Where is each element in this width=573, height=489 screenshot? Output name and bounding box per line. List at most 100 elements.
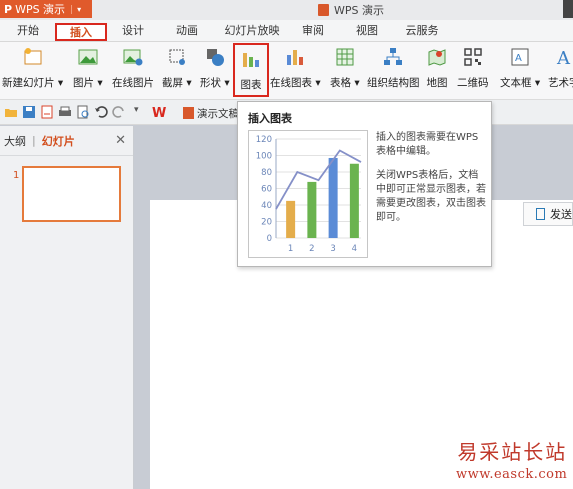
screenshot-icon bbox=[166, 46, 188, 68]
qr-code-button[interactable]: 二维码 bbox=[457, 46, 489, 90]
map-button[interactable]: 地图 bbox=[426, 46, 448, 90]
customize-toolbar-dropdown-icon[interactable]: ▾ bbox=[134, 105, 148, 119]
tab-slides[interactable]: 幻灯片 bbox=[42, 133, 75, 149]
tab-design[interactable]: 设计 bbox=[118, 23, 148, 41]
map-icon bbox=[426, 46, 448, 68]
picture-icon bbox=[77, 46, 99, 68]
presentation-file-icon bbox=[318, 4, 329, 16]
online-chart-button[interactable]: 在线图表 ▾ bbox=[270, 46, 321, 90]
print-preview-icon[interactable] bbox=[76, 105, 90, 119]
chart-y-tick-label: 0 bbox=[267, 234, 272, 244]
redo-icon[interactable] bbox=[112, 105, 126, 119]
online-chart-icon bbox=[284, 46, 306, 68]
table-icon bbox=[334, 46, 356, 68]
word-art-label: 艺术字 bbox=[548, 77, 573, 89]
map-label: 地图 bbox=[426, 77, 448, 89]
svg-text:A: A bbox=[515, 53, 522, 64]
textbox-label: 文本框 ▾ bbox=[500, 77, 541, 89]
chart-y-tick-label: 120 bbox=[256, 135, 272, 145]
chart-label: 图表 bbox=[240, 79, 262, 91]
tab-insert[interactable]: 插入 bbox=[55, 23, 107, 41]
chart-bar bbox=[349, 163, 359, 238]
org-chart-button[interactable]: 组织结构图 bbox=[367, 46, 420, 90]
send-label: 发送 bbox=[550, 208, 572, 221]
tooltip-text-1: 插入的图表需要在WPS表格中编辑。 bbox=[376, 132, 479, 157]
save-icon[interactable] bbox=[22, 105, 36, 119]
document-tab[interactable]: 演示文稿 bbox=[183, 104, 239, 122]
chart-y-tick-label: 80 bbox=[261, 168, 272, 178]
ribbon: 新建幻灯片 ▾ 图片 ▾ 在线图片 截屏 ▾ 形状 ▾ 图表 在线图表 ▾ 表格… bbox=[0, 42, 573, 100]
watermark-url: www.easck.com bbox=[456, 467, 568, 482]
shape-button[interactable]: 形状 ▾ bbox=[200, 46, 230, 90]
chart-x-tick-label: 4 bbox=[352, 244, 357, 254]
watermark: 易采站长站 www.easck.com bbox=[456, 436, 567, 482]
close-icon[interactable]: ✕ bbox=[115, 133, 126, 148]
wps-logo-icon: P bbox=[4, 2, 13, 16]
online-picture-icon bbox=[122, 46, 144, 68]
online-chart-label: 在线图表 ▾ bbox=[270, 77, 321, 89]
slide-thumbnail[interactable] bbox=[22, 166, 121, 222]
tab-outline[interactable]: 大纲 bbox=[4, 133, 26, 149]
tab-animation[interactable]: 动画 bbox=[172, 23, 202, 41]
app-menu-button[interactable]: P WPS 演示 ▾ bbox=[0, 0, 92, 18]
chart-x-tick-label: 1 bbox=[288, 244, 293, 254]
chart-tooltip: 插入图表 120 100 80 60 40 20 0 1 2 3 4 插入的图表需要在WPS表格中编… bbox=[237, 101, 492, 267]
slide-number: 1 bbox=[13, 170, 20, 181]
new-slide-button[interactable]: 新建幻灯片 ▾ bbox=[2, 46, 63, 90]
app-name: WPS 演示 bbox=[15, 3, 66, 16]
slides-panel: 大纲 | 幻灯片 ✕ 1 bbox=[0, 126, 134, 489]
picture-button[interactable]: 图片 ▾ bbox=[73, 46, 103, 90]
chart-y-tick-label: 60 bbox=[261, 185, 272, 195]
screenshot-button[interactable]: 截屏 ▾ bbox=[162, 46, 192, 90]
chart-bar bbox=[307, 181, 317, 238]
open-folder-icon[interactable] bbox=[4, 105, 18, 119]
undo-icon[interactable] bbox=[94, 105, 108, 119]
word-art-icon: A bbox=[553, 46, 573, 68]
textbox-icon: A bbox=[509, 46, 531, 68]
tab-review[interactable]: 审阅 bbox=[298, 23, 328, 41]
window-control[interactable] bbox=[563, 0, 573, 18]
chart-icon bbox=[240, 48, 262, 70]
tooltip-description: 插入的图表需要在WPS表格中编辑。 关闭WPS表格后，文档中即可正常显示图表，若… bbox=[376, 131, 488, 235]
picture-label: 图片 ▾ bbox=[73, 77, 103, 89]
title-bar: P WPS 演示 ▾ WPS 演示 bbox=[0, 0, 573, 20]
presentation-file-icon bbox=[183, 107, 194, 119]
export-pdf-icon[interactable] bbox=[40, 105, 54, 119]
qr-code-icon bbox=[462, 46, 484, 68]
shape-label: 形状 ▾ bbox=[200, 77, 230, 89]
print-icon[interactable] bbox=[58, 105, 72, 119]
qr-code-label: 二维码 bbox=[457, 77, 489, 89]
slides-panel-header: 大纲 | 幻灯片 bbox=[0, 126, 133, 156]
tooltip-text-2: 关闭WPS表格后，文档中即可正常显示图表，若需要更改图表，双击图表即可。 bbox=[376, 170, 486, 223]
tab-separator: | bbox=[32, 134, 36, 147]
document-tab-label: 演示文稿 bbox=[197, 107, 239, 120]
chart-preview-svg: 120 100 80 60 40 20 0 1 2 3 4 bbox=[256, 135, 362, 254]
new-slide-icon bbox=[22, 46, 44, 68]
table-label: 表格 ▾ bbox=[330, 77, 360, 89]
wps-w-logo-icon[interactable]: W bbox=[152, 105, 166, 119]
tab-home[interactable]: 开始 bbox=[14, 23, 42, 41]
screenshot-label: 截屏 ▾ bbox=[162, 77, 192, 89]
tab-cloud-service[interactable]: 云服务 bbox=[402, 23, 442, 41]
table-button[interactable]: 表格 ▾ bbox=[330, 46, 360, 90]
tab-view[interactable]: 视图 bbox=[352, 23, 382, 41]
chart-button[interactable]: 图表 bbox=[233, 43, 269, 97]
send-button[interactable]: 发送 bbox=[523, 202, 573, 226]
chart-y-tick-label: 40 bbox=[261, 201, 272, 211]
app-menu-dropdown-icon[interactable]: ▾ bbox=[71, 4, 81, 14]
svg-text:A: A bbox=[556, 48, 571, 67]
watermark-title: 易采站长站 bbox=[457, 440, 568, 464]
tooltip-chart-preview: 120 100 80 60 40 20 0 1 2 3 4 bbox=[248, 130, 368, 258]
tooltip-title: 插入图表 bbox=[248, 112, 292, 125]
org-chart-label: 组织结构图 bbox=[367, 77, 420, 89]
chart-bar bbox=[328, 157, 338, 238]
menu-bar: 开始 插入 设计 动画 幻灯片放映 审阅 视图 云服务 bbox=[0, 20, 573, 42]
word-art-button[interactable]: A 艺术字 bbox=[548, 46, 573, 90]
shape-icon bbox=[204, 46, 226, 68]
tab-slideshow[interactable]: 幻灯片放映 bbox=[224, 23, 280, 41]
textbox-button[interactable]: A 文本框 ▾ bbox=[500, 46, 540, 90]
online-picture-button[interactable]: 在线图片 bbox=[112, 46, 154, 90]
svg-text:W: W bbox=[152, 106, 166, 119]
window-title-text: WPS 演示 bbox=[334, 4, 384, 17]
chart-y-tick-label: 100 bbox=[256, 152, 272, 162]
